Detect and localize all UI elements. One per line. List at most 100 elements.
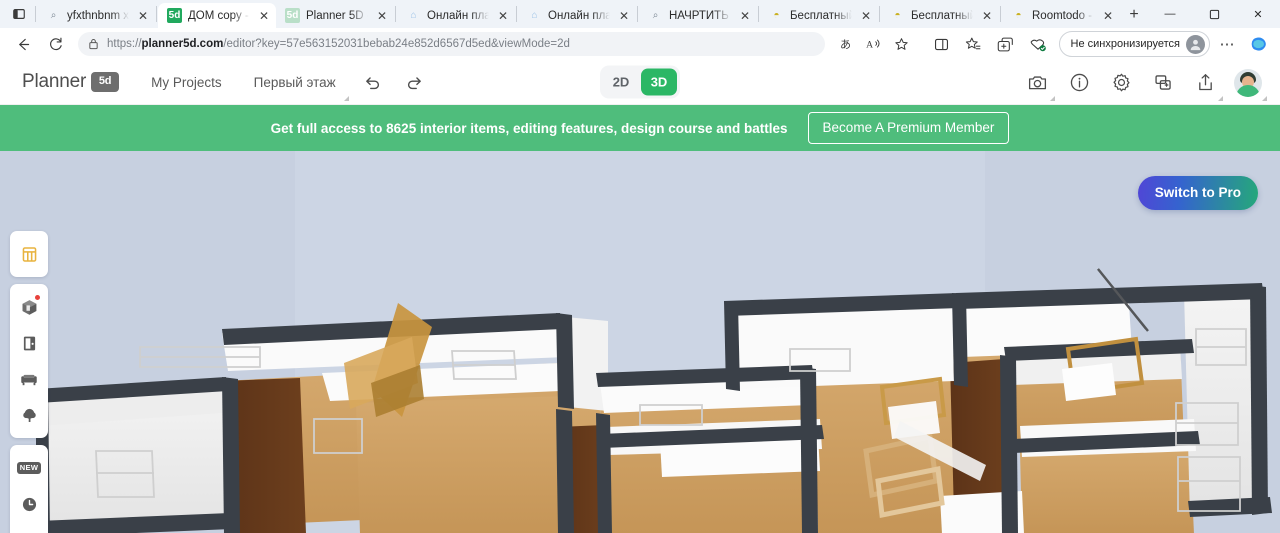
duplicate-project-icon[interactable]: [1142, 60, 1184, 105]
corner-resize-icon: [343, 95, 349, 101]
minimize-button[interactable]: —: [1148, 0, 1192, 28]
avatar: [1234, 68, 1262, 97]
new-tab-button[interactable]: +: [1120, 2, 1148, 27]
shopping-icon[interactable]: [1023, 31, 1053, 57]
favorite-star-icon[interactable]: [889, 32, 915, 56]
corner-resize-icon: [1262, 96, 1267, 101]
copilot-icon[interactable]: [1246, 31, 1272, 57]
my-projects-button[interactable]: My Projects: [135, 60, 238, 105]
address-bar[interactable]: https://planner5d.com/editor?key=57e5631…: [78, 32, 825, 56]
furniture-tool[interactable]: [10, 361, 48, 397]
close-icon[interactable]: ✕: [737, 8, 753, 24]
premium-promo-banner: Get full access to 8625 interior items, …: [0, 105, 1280, 151]
url-text: https://planner5d.com/editor?key=57e5631…: [107, 38, 570, 50]
window-controls: — ✕: [1148, 0, 1280, 28]
divider: [879, 6, 880, 22]
browser-tab[interactable]: ⌂ Онлайн план ✕: [397, 3, 515, 28]
globe-icon: ◓: [1015, 10, 1022, 21]
close-icon[interactable]: ✕: [256, 8, 272, 24]
close-icon[interactable]: ✕: [858, 8, 874, 24]
tab-strip: ⌕ yfxthnbnm xth ✕ 5d ДОМ copy - P ✕ 5d P…: [0, 0, 1280, 28]
outdoor-tool[interactable]: [10, 397, 48, 433]
divider: [758, 6, 759, 22]
close-icon[interactable]: ✕: [616, 8, 632, 24]
tool-group-structure: [10, 231, 48, 277]
browser-tab[interactable]: ⌕ НАЧРТИТЬ ПЛ ✕: [639, 3, 757, 28]
redo-button[interactable]: [394, 60, 436, 105]
view-mode-3d-button[interactable]: 3D: [641, 68, 677, 96]
editor-canvas[interactable]: NEW Switch to Pro: [0, 151, 1280, 533]
omnibox-actions: あ A: [833, 32, 915, 56]
tool-group-objects: [10, 284, 48, 438]
tab-search-icon[interactable]: [4, 0, 34, 28]
divider: [516, 6, 517, 22]
new-badge-icon: NEW: [16, 462, 42, 474]
search-icon: ⌕: [652, 10, 659, 21]
corner-resize-icon: [1050, 96, 1055, 101]
rooms-tool[interactable]: [10, 289, 48, 325]
close-window-button[interactable]: ✕: [1236, 0, 1280, 28]
become-premium-member-button[interactable]: Become A Premium Member: [807, 112, 1010, 144]
settings-gear-icon[interactable]: [1100, 60, 1142, 105]
browser-tab[interactable]: ⌕ yfxthnbnm xth ✕: [37, 3, 155, 28]
globe-icon: ◓: [894, 10, 901, 21]
svg-text:A: A: [866, 40, 873, 51]
app-logo[interactable]: Planner 5d: [0, 71, 135, 93]
share-icon[interactable]: [1184, 60, 1226, 105]
clock-icon: [22, 497, 36, 511]
browser-tab-active[interactable]: 5d ДОМ copy - P ✕: [158, 3, 276, 28]
collections-icon[interactable]: [959, 31, 989, 57]
close-icon[interactable]: ✕: [374, 8, 390, 24]
close-icon[interactable]: ✕: [1100, 8, 1116, 24]
brand-badge: 5d: [91, 72, 120, 92]
favorites-tool[interactable]: [10, 522, 48, 533]
floor-selector-label: Первый этаж: [253, 74, 336, 90]
reload-button[interactable]: [40, 31, 70, 57]
tab-title: yfxthnbnm xth: [67, 9, 129, 22]
browser-tab[interactable]: 5d Planner 5D - U ✕: [276, 3, 394, 28]
browser-tab[interactable]: ◓ Бесплатный с ✕: [881, 3, 999, 28]
brand-name: Planner: [22, 71, 87, 92]
close-icon[interactable]: ✕: [495, 8, 511, 24]
tool-rail: NEW: [10, 231, 48, 533]
divider: [156, 6, 157, 22]
browser-toolbar: https://planner5d.com/editor?key=57e5631…: [0, 28, 1280, 60]
structure-tool[interactable]: [10, 236, 48, 272]
tab-title: ДОМ copy - P: [188, 9, 250, 22]
my-projects-label: My Projects: [151, 74, 222, 90]
undo-button[interactable]: [352, 60, 394, 105]
more-options-icon[interactable]: ⋯: [1212, 31, 1242, 57]
close-icon[interactable]: ✕: [979, 8, 995, 24]
divider: [35, 6, 36, 22]
tab-title: НАЧРТИТЬ ПЛ: [669, 9, 731, 22]
tool-group-extras: NEW: [10, 445, 48, 533]
planner5d-pale-icon: 5d: [285, 8, 300, 23]
planner5d-icon: 5d: [167, 8, 182, 23]
maximize-button[interactable]: [1192, 0, 1236, 28]
view-mode-2d-button[interactable]: 2D: [603, 69, 639, 96]
switch-to-pro-button[interactable]: Switch to Pro: [1137, 176, 1258, 210]
back-button[interactable]: [8, 31, 38, 57]
doors-tool[interactable]: [10, 325, 48, 361]
split-screen-icon[interactable]: [927, 31, 957, 57]
divider: [637, 6, 638, 22]
close-icon[interactable]: ✕: [135, 8, 151, 24]
read-aloud-icon[interactable]: A: [861, 32, 887, 56]
browser-essentials-icon[interactable]: [991, 31, 1021, 57]
floorplan-3d-render[interactable]: [0, 151, 1280, 533]
new-items-tool[interactable]: NEW: [10, 450, 48, 486]
tree-icon: [22, 408, 36, 422]
user-avatar[interactable]: [1226, 60, 1270, 105]
lock-icon: [88, 38, 99, 50]
floor-selector[interactable]: Первый этаж: [238, 60, 352, 105]
browser-tab[interactable]: ◓ Бесплатный с ✕: [760, 3, 878, 28]
browser-tab[interactable]: ◓ Roomtodo - o ✕: [1002, 3, 1120, 28]
browser-window: ⌕ yfxthnbnm xth ✕ 5d ДОМ copy - P ✕ 5d P…: [0, 0, 1280, 533]
browser-tab[interactable]: ⌂ Онлайн план ✕: [518, 3, 636, 28]
history-tool[interactable]: [10, 486, 48, 522]
camera-icon[interactable]: [1016, 60, 1058, 105]
divider: [395, 6, 396, 22]
translate-icon[interactable]: あ: [833, 32, 859, 56]
sync-status-button[interactable]: Не синхронизируется: [1058, 31, 1210, 57]
info-icon[interactable]: [1058, 60, 1100, 105]
